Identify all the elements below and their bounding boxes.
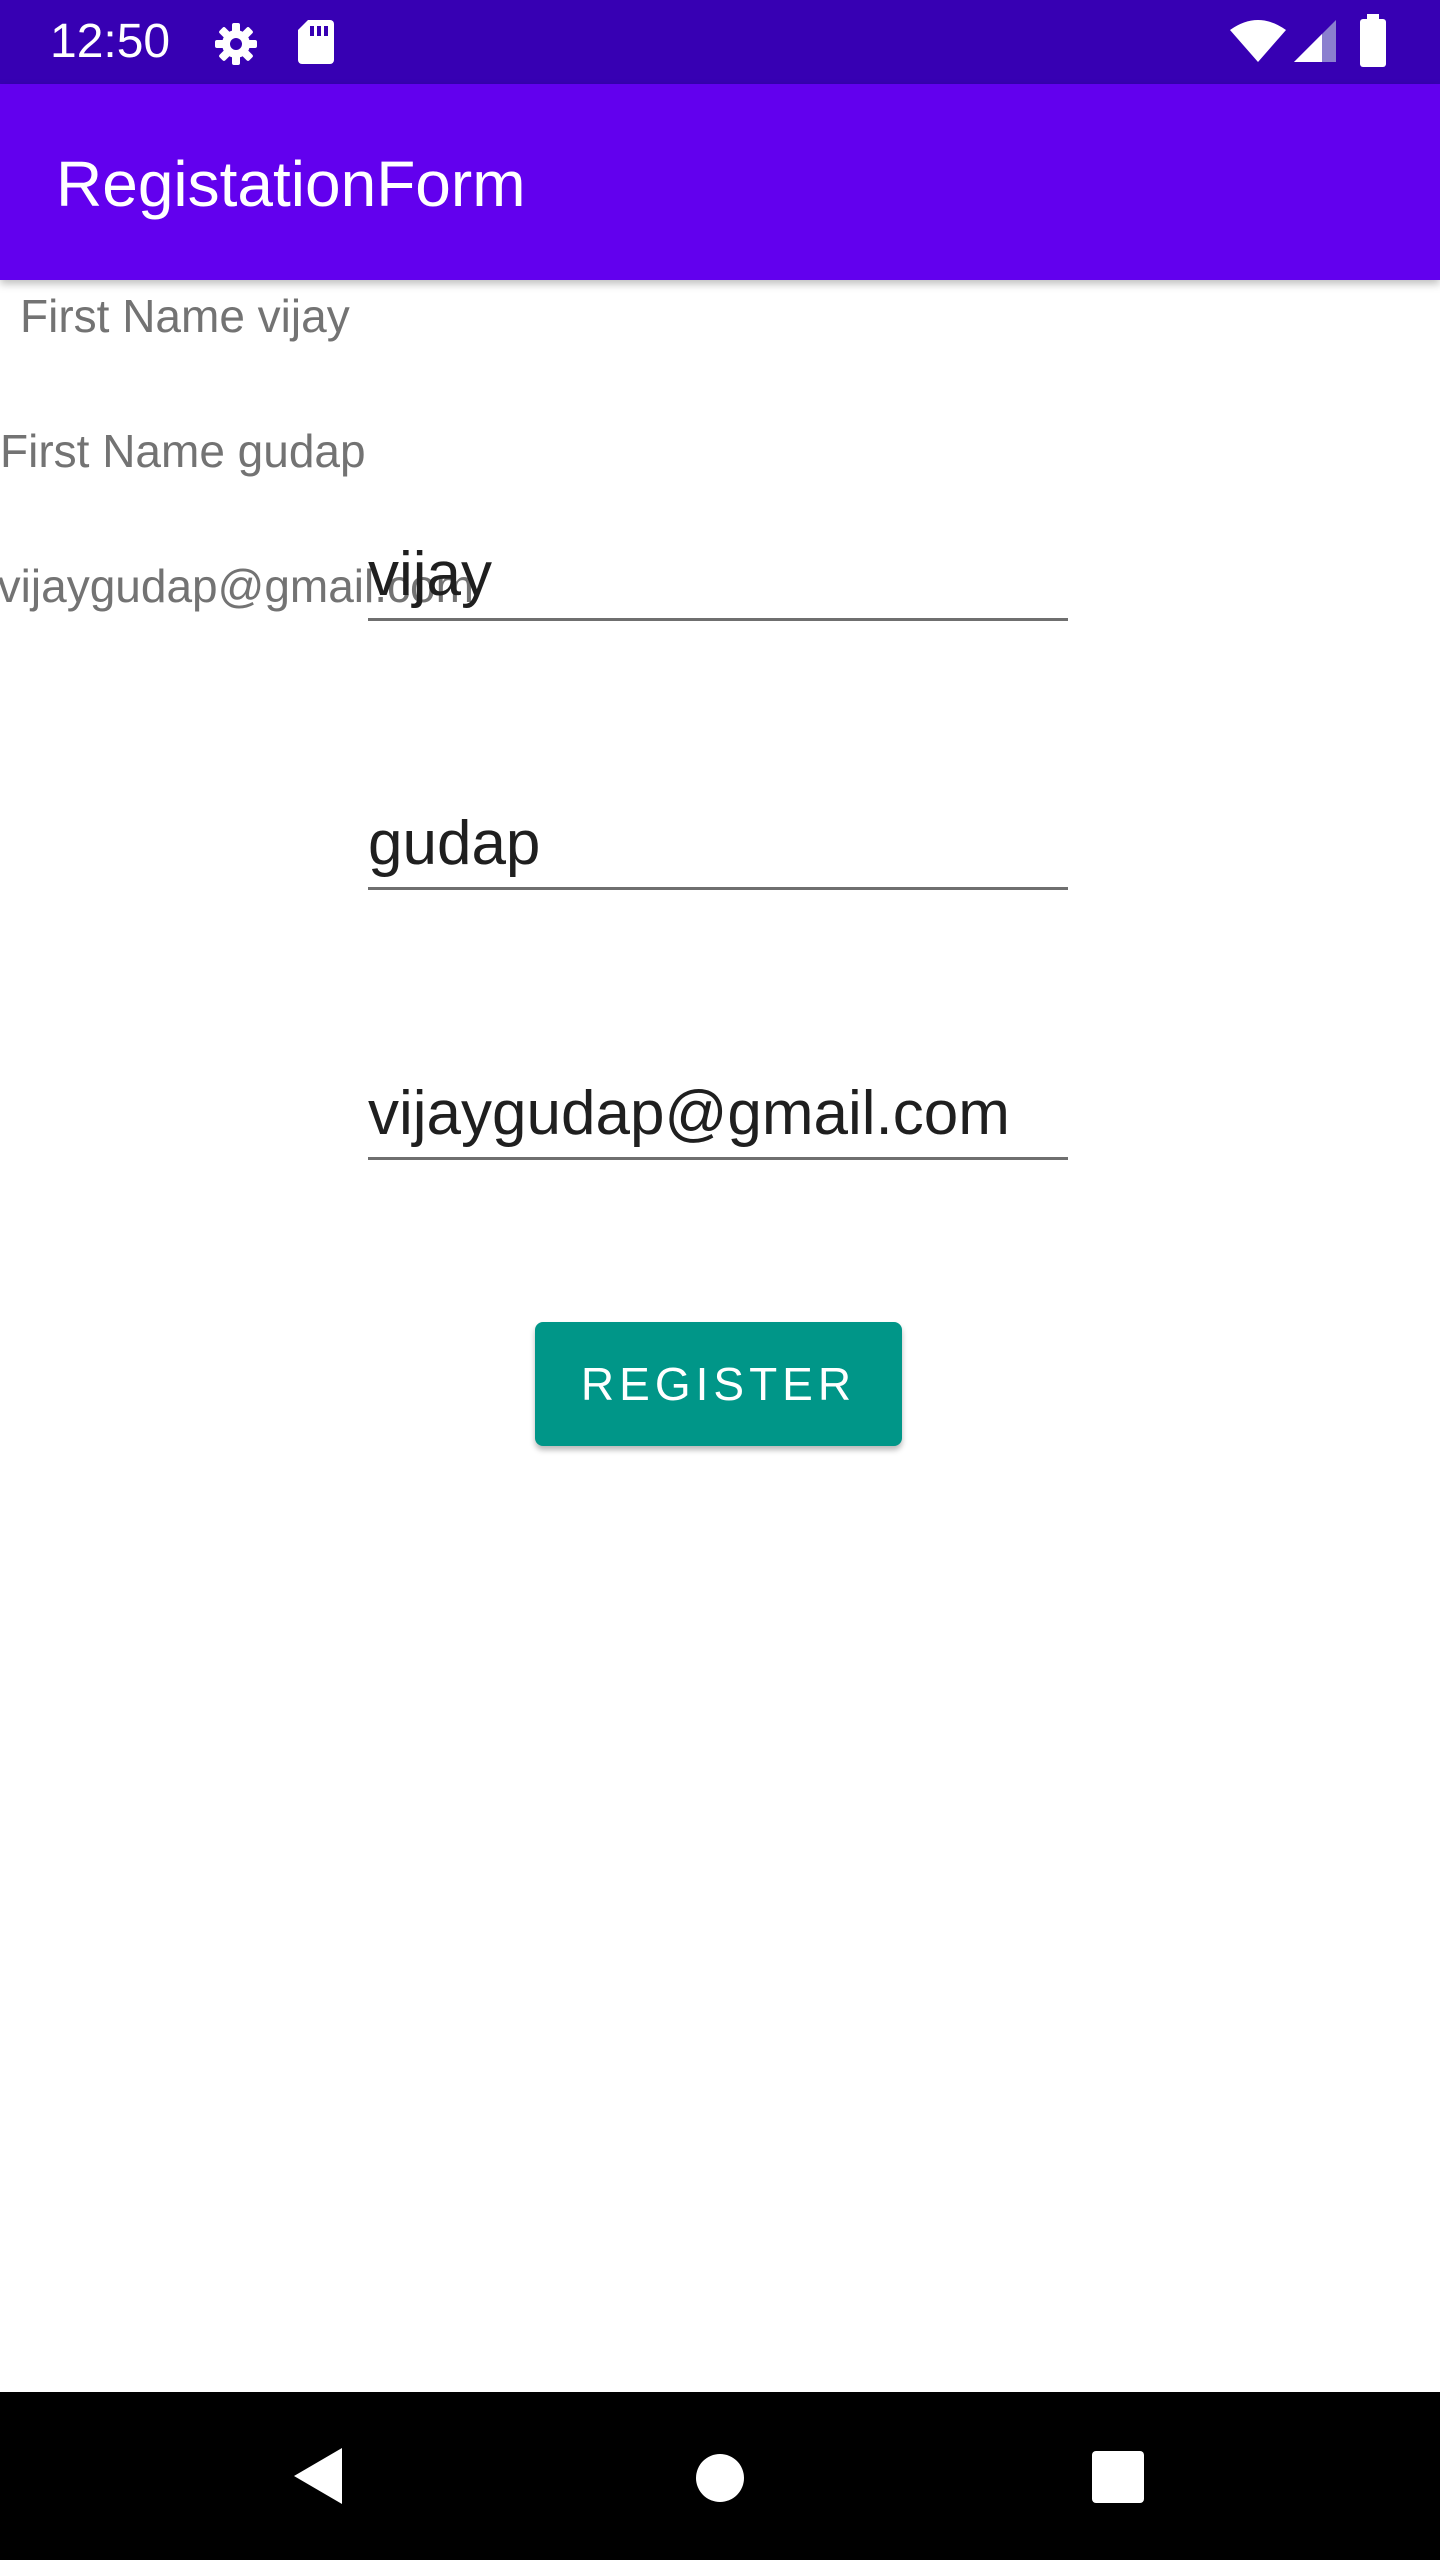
cell-signal-icon [1294,20,1336,62]
last-name-display: First Name gudap [0,425,366,477]
first-name-value: vijay [368,540,493,609]
recents-icon[interactable] [1091,2450,1145,2504]
last-name-field[interactable]: gudap [368,793,1068,890]
settings-icon [215,23,257,65]
app-title: RegistationForm [56,148,526,220]
status-time: 12:50 [50,15,171,68]
battery-icon [1360,14,1386,67]
first-name-display: First Name vijay [20,290,350,342]
wifi-icon [1230,20,1286,62]
email-value: vijaygudap@gmail.com [368,1079,1010,1148]
status-bar: 12:50 [0,0,1440,84]
sd-card-icon [298,20,334,64]
register-button[interactable]: REGISTER [535,1322,902,1446]
app-bar: RegistationForm [0,84,1440,280]
home-icon[interactable] [694,2452,746,2504]
email-field[interactable]: vijaygudap@gmail.com [368,1063,1068,1160]
form-content: First Name vijay First Name gudap First … [0,280,1440,2390]
back-icon[interactable] [290,2444,346,2508]
first-name-field[interactable]: vijay [368,524,1068,621]
navigation-bar [0,2392,1440,2560]
last-name-value: gudap [368,809,541,878]
